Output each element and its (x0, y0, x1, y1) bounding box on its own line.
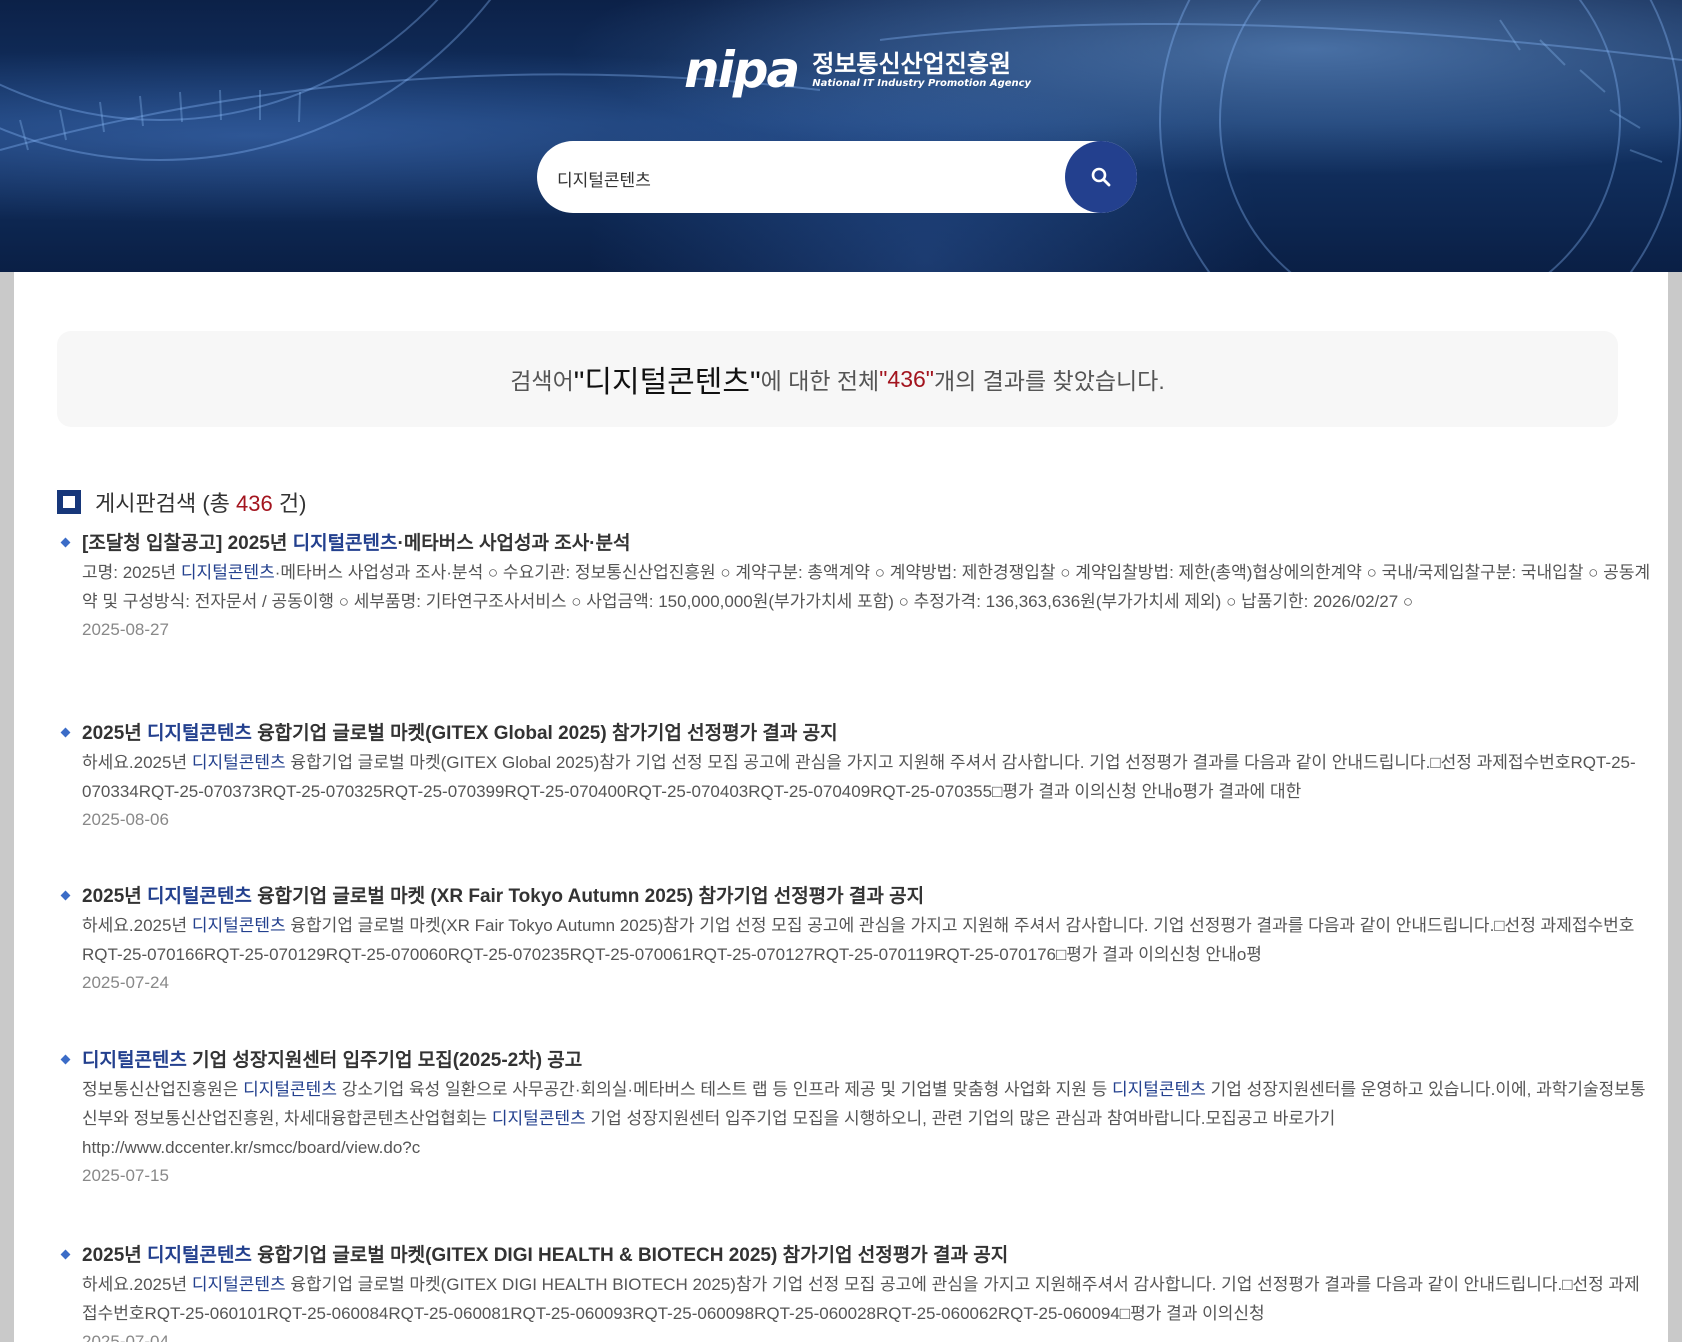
title-keyword: 디지털콘텐츠 (147, 1245, 252, 1266)
desc-text: 고명: 2025년 (82, 563, 181, 582)
result-description: 정보통신산업진흥원은 디지털콘텐츠 강소기업 육성 일환으로 사무공간·회의실·… (82, 1075, 1652, 1162)
desc-text: 강소기업 육성 일환으로 사무공간·회의실·메타버스 테스트 랩 등 인프라 제… (336, 1080, 1113, 1099)
board-search-heading: 게시판검색 (총 436 건) (57, 486, 306, 518)
desc-text: 정보통신산업진흥원은 (82, 1080, 244, 1099)
result-title-link[interactable]: 2025년 디지털콘텐츠 융합기업 글로벌 마켓 (XR Fair Tokyo … (82, 883, 1652, 910)
bullet-icon (60, 890, 71, 901)
desc-text: 하세요.2025년 (82, 916, 192, 935)
section-label: 게시판검색 (총 (95, 491, 236, 516)
search-icon (1091, 167, 1111, 187)
desc-keyword: 디지털콘텐츠 (191, 1275, 286, 1294)
title-keyword: 디지털콘텐츠 (147, 886, 252, 907)
summary-keyword: "디지털콘텐츠" (573, 366, 761, 399)
search-button[interactable] (1065, 141, 1137, 213)
result-item: [조달청 입찰공고] 2025년 디지털콘텐츠·메타버스 사업성과 조사·분석 … (60, 530, 1652, 644)
logo-english-name: National IT Industry Promotion Agency (812, 77, 1032, 89)
desc-text: 융합기업 글로벌 마켓(GITEX DIGI HEALTH BIOTECH 20… (82, 1275, 1640, 1323)
logo-text: 정보통신산업진흥원 National IT Industry Promotion… (812, 50, 1032, 89)
section-square-icon (57, 490, 81, 514)
result-date: 2025-07-15 (82, 1166, 169, 1185)
result-description: 고명: 2025년 디지털콘텐츠·메타버스 사업성과 조사·분석 ○ 수요기관:… (82, 558, 1652, 616)
title-text: 기업 성장지원센터 입주기업 모집(2025-2차) 공고 (186, 1050, 583, 1071)
banner-background-graphic (0, 0, 1682, 272)
desc-keyword: 디지털콘텐츠 (491, 1109, 586, 1128)
search-box (537, 141, 1137, 215)
summary-middle: 에 대한 전체 (760, 368, 880, 394)
result-description: 하세요.2025년 디지털콘텐츠 융합기업 글로벌 마켓(XR Fair Tok… (82, 911, 1652, 969)
desc-keyword: 디지털콘텐츠 (243, 1080, 337, 1099)
summary-prefix: 검색어 (510, 368, 574, 394)
result-title-link[interactable]: [조달청 입찰공고] 2025년 디지털콘텐츠·메타버스 사업성과 조사·분석 (82, 530, 1652, 557)
desc-keyword: 디지털콘텐츠 (1112, 1080, 1206, 1099)
result-description: 하세요.2025년 디지털콘텐츠 융합기업 글로벌 마켓(GITEX DIGI … (82, 1270, 1652, 1328)
result-description: 하세요.2025년 디지털콘텐츠 융합기업 글로벌 마켓(GITEX Globa… (82, 748, 1652, 806)
title-text: 2025년 (82, 1245, 148, 1266)
result-date: 2025-07-04 (82, 1332, 169, 1342)
result-item: 2025년 디지털콘텐츠 융합기업 글로벌 마켓 (XR Fair Tokyo … (60, 883, 1652, 997)
bullet-icon (60, 727, 71, 738)
search-summary: 검색어 "디지털콘텐츠" 에 대한 전체 "436" 개의 결과를 찾았습니다. (57, 331, 1618, 427)
result-title-link[interactable]: 2025년 디지털콘텐츠 융합기업 글로벌 마켓(GITEX DIGI HEAL… (82, 1242, 1652, 1269)
title-text: ·메타버스 사업성과 조사·분석 (397, 533, 631, 554)
result-title-link[interactable]: 디지털콘텐츠 기업 성장지원센터 입주기업 모집(2025-2차) 공고 (82, 1047, 1652, 1074)
desc-text: 하세요.2025년 (82, 1275, 192, 1294)
bullet-icon (60, 1054, 71, 1065)
desc-keyword: 디지털콘텐츠 (180, 563, 275, 582)
title-text: 융합기업 글로벌 마켓(GITEX Global 2025) 참가기업 선정평가… (251, 723, 838, 744)
logo-mark: nipa (684, 41, 800, 99)
desc-text: 융합기업 글로벌 마켓(GITEX Global 2025)참가 기업 선정 모… (82, 753, 1636, 801)
summary-count: "436" (879, 365, 934, 392)
result-item: 2025년 디지털콘텐츠 융합기업 글로벌 마켓(GITEX DIGI HEAL… (60, 1242, 1652, 1342)
result-item: 디지털콘텐츠 기업 성장지원센터 입주기업 모집(2025-2차) 공고 정보통… (60, 1047, 1652, 1190)
logo-korean-name: 정보통신산업진흥원 (812, 50, 1011, 79)
result-date: 2025-08-06 (82, 810, 169, 829)
title-text: 융합기업 글로벌 마켓 (XR Fair Tokyo Autumn 2025) … (251, 886, 925, 907)
nipa-logo[interactable]: nipa 정보통신산업진흥원 National IT Industry Prom… (684, 42, 1031, 98)
bullet-icon (60, 537, 71, 548)
summary-suffix: 개의 결과를 찾았습니다. (933, 368, 1165, 394)
title-text: 2025년 (82, 886, 148, 907)
title-text: 융합기업 글로벌 마켓(GITEX DIGI HEALTH & BIOTECH … (251, 1245, 1009, 1266)
desc-text: 융합기업 글로벌 마켓(XR Fair Tokyo Autumn 2025)참가… (82, 916, 1635, 964)
result-date: 2025-07-24 (82, 973, 169, 992)
title-keyword: 디지털콘텐츠 (82, 1050, 187, 1071)
header-banner: nipa 정보통신산업진흥원 National IT Industry Prom… (0, 0, 1682, 272)
section-unit: 건) (272, 491, 307, 516)
title-text: 2025년 (82, 723, 148, 744)
desc-text: ·메타버스 사업성과 조사·분석 ○ 수요기관: 정보통신산업진흥원 ○ 계약구… (82, 563, 1651, 611)
search-input[interactable] (555, 141, 1059, 215)
result-date: 2025-08-27 (82, 620, 169, 639)
title-keyword: 디지털콘텐츠 (147, 723, 252, 744)
title-text: [조달청 입찰공고] 2025년 (82, 533, 293, 554)
desc-keyword: 디지털콘텐츠 (191, 916, 286, 935)
desc-keyword: 디지털콘텐츠 (191, 753, 286, 772)
result-item: 2025년 디지털콘텐츠 융합기업 글로벌 마켓(GITEX Global 20… (60, 720, 1652, 834)
search-results-page: 검색어 "디지털콘텐츠" 에 대한 전체 "436" 개의 결과를 찾았습니다.… (14, 272, 1668, 1342)
section-total: 436 (236, 491, 273, 516)
title-keyword: 디지털콘텐츠 (292, 533, 398, 554)
bullet-icon (60, 1249, 71, 1260)
result-title-link[interactable]: 2025년 디지털콘텐츠 융합기업 글로벌 마켓(GITEX Global 20… (82, 720, 1652, 747)
desc-text: 하세요.2025년 (82, 753, 192, 772)
